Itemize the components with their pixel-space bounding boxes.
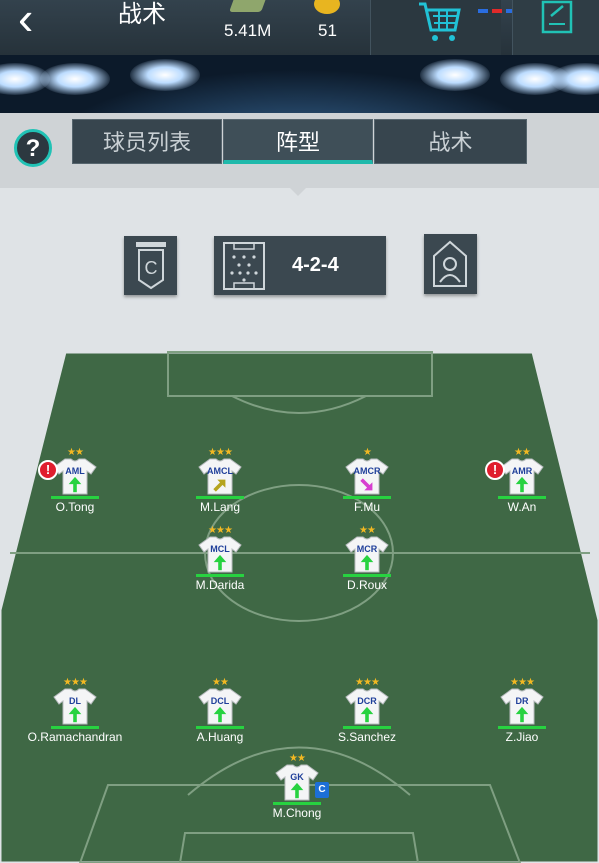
set-pieces-button[interactable] <box>424 234 477 294</box>
player-name: S.Sanchez <box>337 730 397 744</box>
floodlight-decoration <box>40 63 110 95</box>
clipboard-icon <box>541 0 573 34</box>
position-label: AMR <box>511 466 533 476</box>
position-label: GK <box>290 772 304 782</box>
stadium-banner <box>0 55 599 117</box>
help-button[interactable]: ? <box>14 129 52 167</box>
formation-selector[interactable]: 4-2-4 <box>214 236 386 295</box>
fitness-bar <box>343 574 391 577</box>
form-arrow-icon <box>68 706 82 723</box>
position-label: MCL <box>210 544 230 554</box>
tab-formation[interactable]: 阵型 <box>223 119 373 164</box>
fitness-bar <box>498 726 546 729</box>
position-label: DL <box>69 696 81 706</box>
captain-select-button[interactable]: C <box>124 236 177 295</box>
player-name: M.Chong <box>272 806 322 820</box>
svg-text:C: C <box>145 258 158 278</box>
player-name: Z.Jiao <box>505 730 539 744</box>
player-gk[interactable]: ★★ GK M.Chong C <box>267 754 329 844</box>
player-dr[interactable]: ★★★ DR Z.Jiao <box>492 678 552 768</box>
player-dcr[interactable]: ★★★ DCR S.Sanchez <box>337 678 397 768</box>
position-label: MCR <box>356 544 378 554</box>
player-dl[interactable]: ★★★ DL O.Ramachandran <box>28 678 123 768</box>
captain-badge-icon: C <box>136 242 166 290</box>
shopping-cart-icon <box>419 2 461 41</box>
position-label: AMCR <box>353 466 381 476</box>
position-label: DCL <box>210 696 230 706</box>
top-bar: ‹ 战术 5.41M 51 <box>0 0 599 55</box>
fitness-bar <box>196 574 244 577</box>
player-name: F.Mu <box>353 500 380 514</box>
notes-button[interactable] <box>512 0 599 55</box>
player-aml[interactable]: ★★ AML O.Tong! <box>38 448 105 538</box>
fitness-bar <box>343 496 391 499</box>
cash-icon <box>229 0 267 12</box>
form-arrow-icon <box>213 479 226 492</box>
captain-badge: C <box>315 782 329 798</box>
form-arrow-icon <box>360 706 374 723</box>
player-name: D.Roux <box>346 578 387 592</box>
floodlight-decoration <box>130 59 200 91</box>
player-dcl[interactable]: ★★ DCL A.Huang <box>190 678 250 768</box>
form-arrow-icon <box>68 476 82 493</box>
pitch-layout-icon <box>223 242 265 290</box>
fitness-bar <box>498 496 546 499</box>
form-arrow-icon <box>515 476 529 493</box>
tab-tactics[interactable]: 战术 <box>374 119 527 164</box>
floodlight-decoration <box>420 59 490 91</box>
player-name: W.An <box>507 500 537 514</box>
player-name: M.Lang <box>199 500 241 514</box>
fitness-bar <box>51 496 99 499</box>
player-name: A.Huang <box>196 730 244 744</box>
form-arrow-icon <box>213 706 227 723</box>
player-amr[interactable]: ★★ AMR W.An! <box>485 448 552 538</box>
back-button[interactable]: ‹ <box>18 0 58 46</box>
page-title: 战术 <box>118 1 166 28</box>
form-arrow-icon <box>515 706 529 723</box>
fitness-bar <box>51 726 99 729</box>
player-name: O.Ramachandran <box>27 730 123 744</box>
form-arrow-icon <box>360 554 374 571</box>
form-arrow-icon <box>290 782 304 799</box>
cash-amount: 5.41M <box>224 21 272 40</box>
position-label: AML <box>65 466 85 476</box>
fitness-bar <box>273 802 321 805</box>
warning-icon[interactable]: ! <box>485 460 505 480</box>
fitness-bar <box>343 726 391 729</box>
tab-pointer <box>288 186 308 196</box>
player-name: M.Darida <box>195 578 245 592</box>
fitness-bar <box>196 496 244 499</box>
tab-player-list[interactable]: 球员列表 <box>72 119 222 164</box>
player-mcr[interactable]: ★★ MCR D.Roux <box>337 526 397 616</box>
coin-icon <box>314 0 340 14</box>
position-label: AMCL <box>207 466 233 476</box>
fitness-bar <box>196 726 244 729</box>
player-name: O.Tong <box>55 500 95 514</box>
form-arrow-icon <box>213 554 227 571</box>
position-label: DR <box>515 696 529 706</box>
position-label: DCR <box>357 696 377 706</box>
formation-value: 4-2-4 <box>292 254 339 276</box>
player-mcl[interactable]: ★★★ MCL M.Darida <box>190 526 250 616</box>
form-arrow-icon <box>360 478 373 491</box>
coin-count: 51 <box>318 21 337 40</box>
warning-icon[interactable]: ! <box>38 460 58 480</box>
player-card-icon <box>433 240 467 287</box>
